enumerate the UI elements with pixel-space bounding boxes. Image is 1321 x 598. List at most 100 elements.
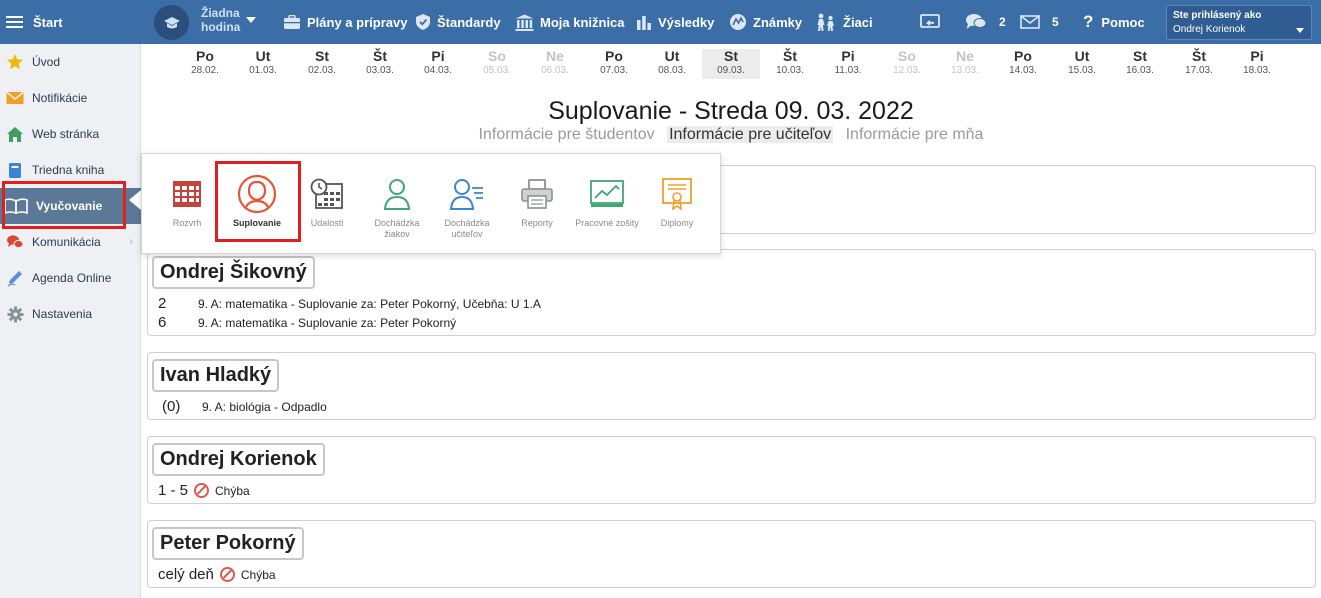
day-07-03[interactable]: Po 07.03. — [585, 49, 643, 79]
hour-label-line2: hodina — [201, 20, 241, 34]
submenu-label: Suplovanie — [232, 218, 281, 228]
cast-button[interactable] — [920, 0, 946, 44]
home-icon — [6, 125, 24, 143]
day-15-03[interactable]: Ut 15.03. — [1053, 49, 1111, 79]
submenu-label: Dochádzka učiteľov — [444, 218, 490, 239]
day-28-02[interactable]: Po 28.02. — [176, 49, 234, 79]
chevron-down-icon — [1296, 28, 1304, 33]
day-18-03[interactable]: Pi 18.03. — [1228, 49, 1286, 79]
hour-selector-avatar[interactable] — [154, 5, 189, 40]
messages-button[interactable]: 2 — [965, 0, 1006, 44]
nav-library[interactable]: Moja knižnica — [515, 0, 625, 44]
start-menu-button[interactable]: Štart — [6, 0, 63, 44]
day-05-03[interactable]: So 05.03. — [468, 49, 526, 79]
day-name: Po — [605, 48, 623, 64]
help-label: Pomoc — [1101, 14, 1145, 30]
help-button[interactable]: ? Pomoc — [1083, 0, 1145, 44]
error-status: Chýba — [219, 567, 276, 582]
chevron-down-icon[interactable] — [246, 17, 256, 23]
library-icon — [515, 14, 534, 31]
teacher-name: Ivan Hladký — [152, 359, 280, 392]
day-13-03[interactable]: Ne 13.03. — [936, 49, 994, 79]
nav-standards-label: Štandardy — [437, 14, 501, 30]
day-02-03[interactable]: St 02.03. — [293, 49, 351, 79]
top-bar: Štart Žiadna hodina Plány a prípravy Šta… — [0, 0, 1321, 44]
sidebar-item-agenda-online[interactable]: Agenda Online — [0, 260, 141, 296]
sidebar-item-label: Úvod — [32, 55, 61, 69]
nav-students[interactable]: Žiaci — [815, 0, 873, 44]
shield-icon — [415, 13, 431, 31]
submenu-item-diplomy[interactable]: Diplomy — [642, 154, 712, 255]
sidebar-item-triedna-kniha[interactable]: Triedna kniha — [0, 152, 141, 188]
mail-button[interactable]: 5 — [1020, 0, 1059, 44]
user-menu[interactable]: Ste prihlásený ako Ondrej Korienok — [1166, 5, 1312, 40]
day-08-03[interactable]: Ut 08.03. — [643, 49, 701, 79]
submenu-item-pracovne-zosity[interactable]: Pracovné zošity — [572, 154, 642, 255]
nav-grades[interactable]: Známky — [729, 0, 802, 44]
submenu-item-rozvrh[interactable]: Rozvrh — [152, 154, 222, 255]
nav-plans[interactable]: Plány a prípravy — [283, 0, 407, 44]
sidebar-item-uvod[interactable]: Úvod — [0, 44, 141, 80]
lesson-number: 2 — [158, 295, 167, 312]
sidebar-item-label: Vyučovanie — [36, 199, 103, 213]
printer-icon — [502, 174, 572, 214]
day-name: Po — [1014, 48, 1032, 64]
hour-label-line1: Žiadna — [201, 6, 240, 20]
hour-selector[interactable]: Žiadna hodina — [201, 6, 240, 34]
day-06-03[interactable]: Ne 06.03. — [526, 49, 584, 79]
messages-count: 2 — [999, 15, 1006, 29]
day-date: 02.03. — [308, 65, 336, 76]
day-date: 14.03. — [1009, 65, 1037, 76]
submenu-item-udalosti[interactable]: Udalosti — [292, 154, 362, 255]
day-name: St — [724, 48, 738, 64]
submenu-label: Udalosti — [310, 218, 344, 228]
tab-teachers[interactable]: Informácie pre učiteľov — [667, 126, 834, 143]
teaching-submenu: Rozvrh Suplovanie Udalosti Dochádzka žia… — [141, 153, 721, 254]
submenu-item-reporty[interactable]: Reporty — [502, 154, 572, 255]
submenu-label: Rozvrh — [172, 218, 202, 228]
day-04-03[interactable]: Pi 04.03. — [409, 49, 467, 79]
submenu-label: Dochádzka žiakov — [374, 218, 420, 239]
day-17-03[interactable]: Št 17.03. — [1170, 49, 1228, 79]
day-09-03[interactable]: St 09.03. — [702, 49, 760, 79]
day-11-03[interactable]: Pi 11.03. — [819, 49, 877, 79]
day-14-03[interactable]: Po 14.03. — [994, 49, 1052, 79]
submenu-item-dochadzka-ucitelov[interactable]: Dochádzka učiteľov — [432, 154, 502, 255]
sidebar-item-web-stranka[interactable]: Web stránka — [0, 116, 141, 152]
day-16-03[interactable]: St 16.03. — [1111, 49, 1169, 79]
lesson-text: 9. A: matematika - Suplovanie za: Peter … — [198, 296, 541, 311]
prohibited-icon — [219, 567, 235, 582]
day-name: Ne — [956, 48, 974, 64]
substitute-person-icon — [222, 174, 292, 214]
mail-icon — [1020, 15, 1040, 29]
submenu-item-dochadzka-ziakov[interactable]: Dochádzka žiakov — [362, 154, 432, 255]
day-date: 10.03. — [776, 65, 804, 76]
day-date: 28.02. — [191, 65, 219, 76]
day-date: 11.03. — [834, 65, 862, 76]
sidebar-item-komunikacia[interactable]: Komunikácia › — [0, 224, 141, 260]
submenu-item-suplovanie[interactable]: Suplovanie — [222, 154, 292, 255]
day-03-03[interactable]: Št 03.03. — [351, 49, 409, 79]
day-date: 12.03. — [893, 65, 921, 76]
day-10-03[interactable]: Št 10.03. — [761, 49, 819, 79]
day-12-03[interactable]: So 12.03. — [878, 49, 936, 79]
chat-icon — [6, 233, 24, 251]
nav-results[interactable]: Výsledky — [636, 0, 714, 44]
day-date: 16.03. — [1126, 65, 1154, 76]
sidebar-item-label: Komunikácia — [32, 235, 101, 249]
substitution-card: Ondrej Šikovný 2 9. A: matematika - Supl… — [147, 249, 1316, 336]
nav-standards[interactable]: Štandardy — [415, 0, 501, 44]
info-tabs: Informácie pre študentov Informácie pre … — [141, 126, 1321, 144]
tab-students[interactable]: Informácie pre študentov — [477, 126, 657, 143]
substitution-card: Peter Pokorný celý deň Chýba — [147, 520, 1316, 588]
sidebar-item-nastavenia[interactable]: Nastavenia — [0, 296, 141, 332]
day-01-03[interactable]: Ut 01.03. — [234, 49, 292, 79]
sidebar-item-vyucovanie[interactable]: Vyučovanie — [0, 188, 141, 224]
error-status: Chýba — [194, 483, 250, 498]
sidebar-item-notifikacie[interactable]: Notifikácie — [0, 80, 141, 116]
sidebar-item-label: Triedna kniha — [32, 163, 105, 177]
sidebar-item-label: Web stránka — [32, 127, 100, 141]
sidebar-item-label: Notifikácie — [32, 91, 88, 105]
tab-me[interactable]: Informácie pre mňa — [844, 126, 986, 143]
bar-chart-icon — [636, 14, 652, 30]
